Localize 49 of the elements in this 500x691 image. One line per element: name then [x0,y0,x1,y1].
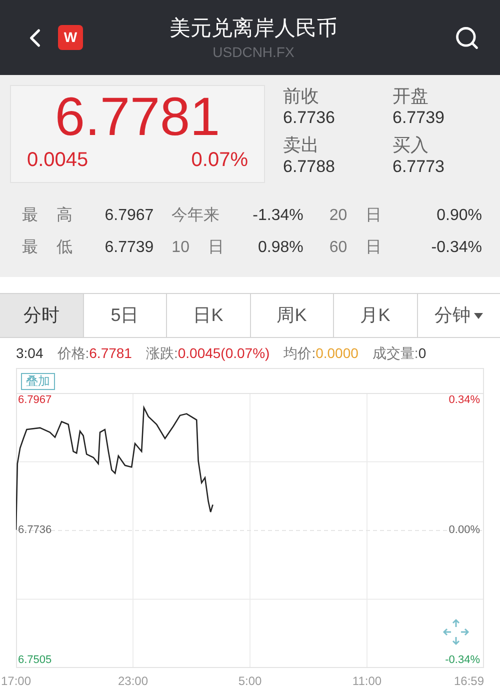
info-value: 0 [418,344,426,362]
stat-value: -1.34% [252,206,304,226]
search-icon[interactable] [454,24,480,50]
field-label: 卖出 [283,134,320,156]
field-value: 6.7788 [283,156,336,178]
caret-icon [474,312,484,318]
stat-label: 最 高 [22,206,74,226]
info-value: 0.0045(0.07%) [178,344,270,363]
x-axis-label: 5:00 [238,673,262,690]
current-price: 6.7781 [54,86,222,148]
percent-axis-label: 0.00% [448,524,480,537]
info-value: 6.7781 [89,344,132,362]
percent-axis-label: -0.34% [445,654,480,667]
price-change-percent: 0.07% [191,148,248,172]
field-value: 6.7773 [392,156,446,178]
x-axis-label: 17:00 [0,673,32,690]
symbol-code: USDCNH.FX [212,42,294,60]
field-value: 6.7739 [392,107,446,129]
y-axis-label: 6.7967 [18,394,52,408]
x-axis-label: 23:00 [118,673,148,690]
time-label: 3:04 [16,344,44,362]
stat-label: 20 日 [329,206,383,226]
chart-tab[interactable]: 分时 [0,294,84,337]
percent-axis-label: 0.34% [448,394,480,408]
stat-value: 6.7967 [104,206,154,226]
page-title: 美元兑离岸人民币 [170,16,338,42]
stat-label: 60 日 [329,238,383,258]
app-logo: W [58,25,83,50]
info-value: 0.0000 [316,344,358,362]
x-axis-label: 11:00 [352,673,382,690]
x-axis-label: 16:59 [454,673,484,690]
info-label: 成交量: [372,344,418,362]
y-axis-label: 6.7505 [18,654,52,667]
price-change: 0.0045 [27,148,88,172]
info-label: 涨跌: [146,344,178,362]
stat-label: 10 日 [172,238,225,258]
field-label: 前收 [283,85,320,107]
stat-label: 最 低 [22,238,74,258]
field-value: 6.7736 [283,107,336,129]
stat-value: 6.7739 [104,238,154,258]
info-label: 价格: [57,344,90,362]
field-label: 开盘 [392,85,430,107]
stat-value: 0.90% [436,206,482,226]
stat-label: 今年来 [172,206,221,226]
y-axis-label: 6.7736 [18,524,52,537]
stat-value: -0.34% [430,238,482,258]
field-label: 买入 [392,134,430,156]
stat-value: 0.98% [256,238,304,258]
info-label: 均价: [284,344,316,362]
